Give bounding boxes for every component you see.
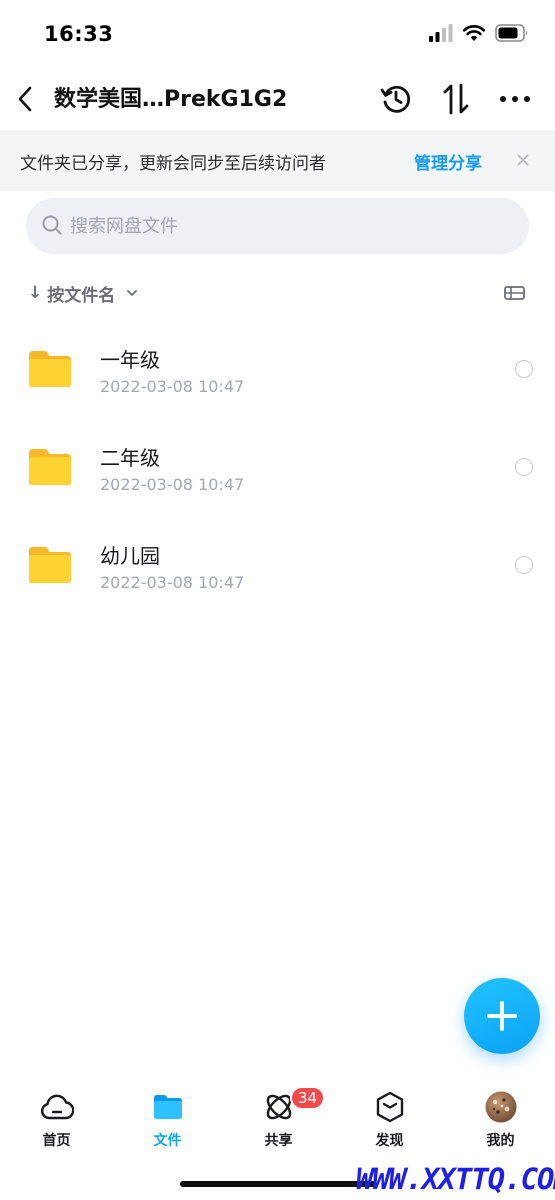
- chevron-down-icon: [127, 290, 138, 296]
- file-name: 二年级: [100, 446, 160, 470]
- sort-selector[interactable]: ↓ 按文件名: [28, 276, 140, 310]
- status-icons: [429, 24, 529, 42]
- tab-discover[interactable]: 发现: [334, 1090, 445, 1154]
- plus-icon: [487, 1001, 517, 1031]
- banner-close-button[interactable]: [512, 148, 534, 172]
- tab-label: 发现: [375, 1133, 404, 1149]
- select-checkbox[interactable]: [515, 556, 533, 574]
- list-item[interactable]: 一年级 2022-03-08 10:47: [0, 320, 555, 418]
- tab-mine[interactable]: 我的: [445, 1090, 555, 1154]
- sort-toggle-button[interactable]: [435, 78, 477, 120]
- home-indicator: [180, 1181, 376, 1187]
- navigation-bar: 数学美国…PrekG1G2: [0, 70, 555, 128]
- tab-label: 文件: [153, 1133, 182, 1149]
- folder-icon: [29, 547, 71, 583]
- share-banner: 文件夹已分享，更新会同步至后续访问者 管理分享: [0, 130, 555, 191]
- file-date: 2022-03-08 10:47: [100, 377, 245, 396]
- more-button[interactable]: [494, 78, 536, 120]
- manage-share-link[interactable]: 管理分享: [414, 149, 482, 174]
- more-dots-icon: [500, 96, 530, 102]
- select-checkbox[interactable]: [515, 458, 533, 476]
- watermark: WWW.XXTTQ.COM: [356, 1162, 555, 1196]
- chevron-left-icon: [18, 86, 32, 112]
- share-banner-text: 文件夹已分享，更新会同步至后续访问者: [20, 154, 326, 174]
- sort-arrow-icon: ↓: [28, 283, 43, 303]
- cube-icon: [373, 1090, 407, 1124]
- tab-label: 我的: [486, 1133, 515, 1149]
- tab-label: 首页: [42, 1133, 71, 1149]
- search-box[interactable]: [26, 198, 529, 254]
- tab-bar: 首页 文件 共享 发现 我的: [0, 1080, 555, 1160]
- folder-icon: [29, 351, 71, 387]
- search-input[interactable]: [70, 206, 510, 246]
- file-list: 一年级 2022-03-08 10:47 二年级 2022-03-08 10:4…: [0, 320, 555, 614]
- tab-label: 共享: [264, 1133, 293, 1149]
- select-checkbox[interactable]: [515, 360, 533, 378]
- page-title: 数学美国…PrekG1G2: [54, 87, 288, 112]
- sort-label: 按文件名: [47, 285, 116, 306]
- cellular-signal-icon: [429, 24, 453, 42]
- sort-arrows-icon: [443, 83, 469, 115]
- folder-icon: [151, 1090, 185, 1124]
- file-name: 一年级: [100, 348, 160, 372]
- back-button[interactable]: [8, 76, 42, 122]
- file-name: 幼儿园: [100, 544, 160, 568]
- history-icon: [380, 85, 411, 113]
- share-count-badge: 34: [290, 1086, 326, 1110]
- list-view-icon: [504, 286, 525, 300]
- status-time: 16:33: [44, 22, 114, 46]
- tab-files[interactable]: 文件: [112, 1090, 223, 1154]
- wifi-icon: [462, 25, 486, 41]
- tab-home[interactable]: 首页: [1, 1090, 112, 1154]
- status-bar: 16:33: [0, 0, 555, 70]
- file-date: 2022-03-08 10:47: [100, 573, 245, 592]
- avatar: [484, 1090, 518, 1124]
- history-button[interactable]: [375, 78, 417, 120]
- folder-icon: [29, 449, 71, 485]
- search-icon: [41, 214, 63, 240]
- cloud-icon: [40, 1090, 74, 1124]
- view-mode-button[interactable]: [502, 282, 528, 304]
- battery-icon: [495, 24, 528, 42]
- file-date: 2022-03-08 10:47: [100, 475, 245, 494]
- list-item[interactable]: 二年级 2022-03-08 10:47: [0, 418, 555, 516]
- close-icon: [517, 154, 529, 166]
- list-item[interactable]: 幼儿园 2022-03-08 10:47: [0, 516, 555, 614]
- add-button[interactable]: [464, 978, 540, 1054]
